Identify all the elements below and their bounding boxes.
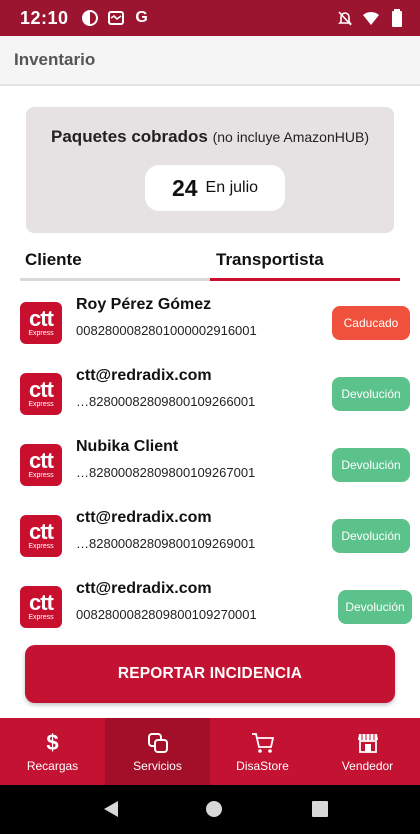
summary-note: (no incluye AmazonHUB) [212, 129, 369, 145]
list-item[interactable]: ctt Express ctt@redradix.com 00828000828… [20, 576, 412, 647]
dollar-icon: $ [46, 729, 59, 755]
status-badge: Caducado [332, 306, 410, 340]
cart-icon [251, 731, 275, 755]
nav-item-recargas[interactable]: $ Recargas [0, 718, 105, 785]
status-badge: Devolución [332, 448, 410, 482]
recents-icon[interactable] [310, 799, 330, 824]
nav-item-disastore[interactable]: DisaStore [210, 718, 315, 785]
item-name: ctt@redradix.com [76, 367, 212, 384]
ctt-logo-subtext: Express [28, 543, 54, 550]
ctt-logo-text: ctt [29, 590, 54, 615]
tab-cliente[interactable]: Cliente [20, 244, 210, 288]
ctt-logo: ctt Express [20, 373, 62, 415]
item-name: ctt@redradix.com [76, 509, 212, 526]
summary-heading-text: Paquetes cobrados [51, 127, 208, 146]
nav-label: Recargas [26, 758, 79, 773]
ctt-logo: ctt Express [20, 302, 62, 344]
item-code: …8280008280980010926600​1 [76, 394, 256, 409]
tab-transportista-indicator [210, 278, 400, 281]
mute-icon [336, 9, 354, 27]
nav-label: Servicios [133, 758, 182, 773]
google-g-icon: G [135, 9, 148, 26]
report-incident-button[interactable]: REPORTAR INCIDENCIA [25, 645, 395, 703]
package-list: ctt Express Roy Pérez Gómez 008280008280… [20, 292, 412, 647]
ctt-logo-subtext: Express [28, 401, 54, 408]
battery-icon [388, 9, 406, 27]
services-icon [147, 731, 169, 755]
message-icon [107, 9, 125, 27]
tab-cliente-underline [20, 278, 210, 281]
ctt-logo-text: ctt [29, 519, 54, 544]
list-item[interactable]: ctt Express Nubika Client …8280008280980… [20, 434, 412, 505]
ctt-logo-text: ctt [29, 306, 54, 331]
summary-count: 24 [171, 174, 198, 201]
tabs: Cliente Transportista [20, 244, 400, 288]
ctt-logo-subtext: Express [28, 472, 54, 479]
app-bar: Inventario [0, 36, 420, 86]
page-title: Inventario [14, 50, 96, 69]
status-time: 12:10 [20, 7, 69, 28]
status-badge: Devolución [338, 590, 412, 624]
status-badge: Devolución [332, 377, 410, 411]
list-item[interactable]: ctt Express ctt@redradix.com …8280008280… [20, 505, 412, 576]
ctt-logo-text: ctt [29, 377, 54, 402]
nav-item-vendedor[interactable]: Vendedor [315, 718, 420, 785]
status-badge: Devolución [332, 519, 410, 553]
store-icon [357, 731, 379, 755]
bottom-nav: $ Recargas Servicios DisaStore Vendedor [0, 718, 420, 785]
tab-transportista[interactable]: Transportista [216, 244, 400, 288]
item-name: Nubika Client [76, 438, 179, 455]
item-name: ctt@redradix.com [76, 580, 212, 597]
ctt-logo: ctt Express [20, 515, 62, 557]
status-bar: 12:10 G [0, 0, 420, 36]
summary-heading: Paquetes cobrados (no incluye AmazonHUB) [26, 127, 394, 147]
hotspot-icon [81, 9, 99, 27]
summary-counter: 24 En julio [145, 165, 285, 211]
item-code: …8280008280980010926900​1 [76, 536, 256, 551]
nav-label: Vendedor [341, 758, 394, 773]
wifi-icon [362, 9, 380, 27]
home-icon[interactable] [204, 799, 224, 824]
ctt-logo-subtext: Express [28, 614, 54, 621]
list-item[interactable]: ctt Express ctt@redradix.com …8280008280… [20, 363, 412, 434]
ctt-logo: ctt Express [20, 444, 62, 486]
back-icon[interactable] [101, 799, 121, 824]
ctt-logo-subtext: Express [28, 330, 54, 337]
item-code: 0082800082809800109270001 [76, 607, 257, 622]
ctt-logo: ctt Express [20, 586, 62, 628]
nav-item-servicios[interactable]: Servicios [105, 718, 210, 785]
ctt-logo-text: ctt [29, 448, 54, 473]
list-item[interactable]: ctt Express Roy Pérez Gómez 008280008280… [20, 292, 412, 363]
summary-card: Paquetes cobrados (no incluye AmazonHUB)… [26, 107, 394, 233]
system-nav-bar [0, 785, 420, 834]
item-code: 00828000828010000029160​01 [76, 323, 257, 338]
item-code: …8280008280980010926700​1 [76, 465, 256, 480]
nav-label: DisaStore [236, 758, 289, 773]
summary-period: En julio [205, 179, 259, 196]
item-name: Roy Pérez Gómez [76, 296, 212, 313]
